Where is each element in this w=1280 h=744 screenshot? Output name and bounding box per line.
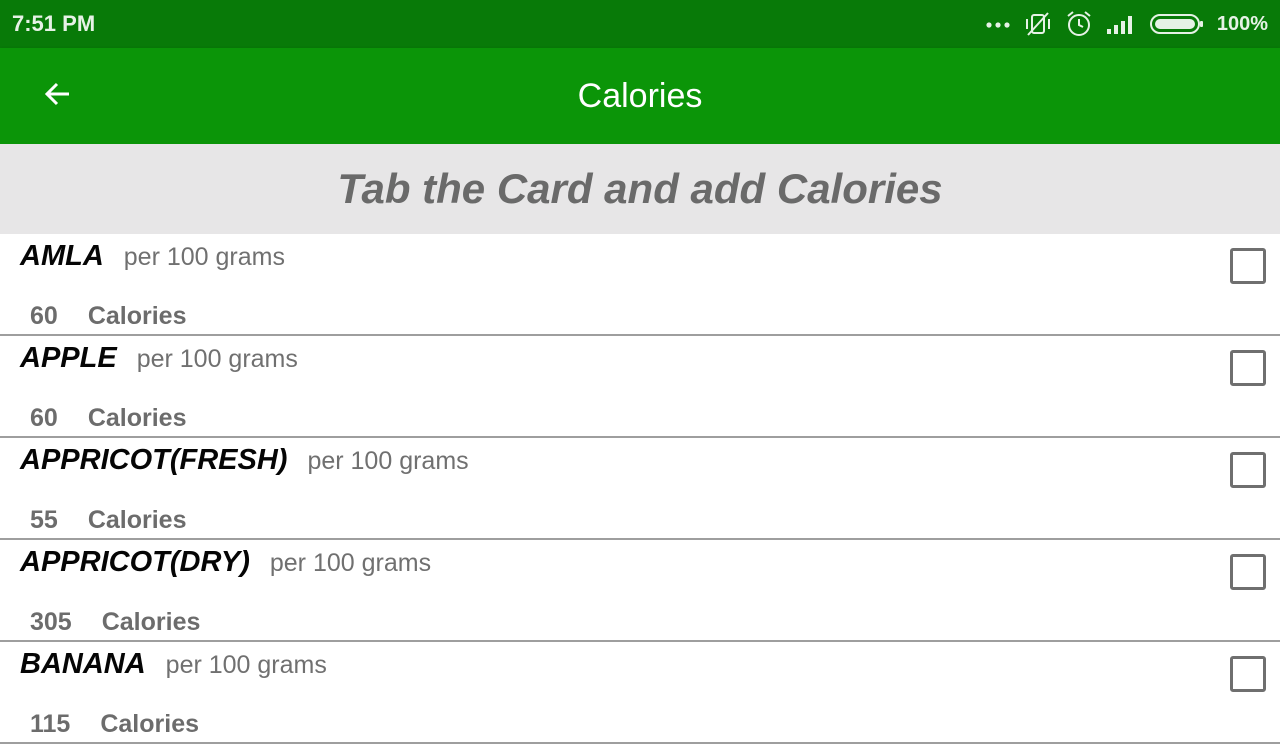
food-name: APPLE bbox=[20, 342, 117, 374]
instruction-banner: Tab the Card and add Calories bbox=[0, 144, 1280, 234]
food-list: AMLA per 100 grams 60 Calories APPLE per… bbox=[0, 234, 1280, 744]
more-dots-icon bbox=[985, 19, 1011, 29]
select-checkbox[interactable] bbox=[1230, 248, 1266, 284]
calorie-label: Calories bbox=[87, 404, 187, 432]
arrow-back-icon bbox=[44, 80, 72, 113]
food-name: APPRICOT(FRESH) bbox=[20, 444, 288, 476]
calorie-value: 115 bbox=[30, 710, 71, 738]
status-bar: 7:51 PM 100% bbox=[0, 0, 1280, 48]
food-name: AMLA bbox=[20, 240, 104, 272]
app-bar: Calories bbox=[0, 48, 1280, 144]
page-title: Calories bbox=[577, 76, 703, 115]
select-checkbox[interactable] bbox=[1230, 554, 1266, 590]
food-card-appricot-dry[interactable]: APPRICOT(DRY) per 100 grams 305 Calories bbox=[0, 540, 1280, 642]
calorie-label: Calories bbox=[100, 710, 200, 738]
battery-icon bbox=[1149, 12, 1205, 36]
food-card-banana[interactable]: BANANA per 100 grams 115 Calories bbox=[0, 642, 1280, 744]
calorie-value: 305 bbox=[30, 608, 72, 636]
select-checkbox[interactable] bbox=[1230, 656, 1266, 692]
food-unit: per 100 grams bbox=[136, 345, 298, 373]
food-card-apple[interactable]: APPLE per 100 grams 60 Calories bbox=[0, 336, 1280, 438]
back-button[interactable] bbox=[30, 70, 86, 122]
vibrate-off-icon bbox=[1023, 11, 1053, 37]
food-name: BANANA bbox=[20, 648, 146, 680]
food-unit: per 100 grams bbox=[165, 651, 327, 679]
food-unit: per 100 grams bbox=[307, 447, 469, 475]
status-icons: 100% bbox=[985, 10, 1268, 38]
select-checkbox[interactable] bbox=[1230, 350, 1266, 386]
food-unit: per 100 grams bbox=[269, 549, 432, 577]
food-name: APPRICOT(DRY) bbox=[20, 546, 250, 578]
alarm-icon bbox=[1065, 10, 1093, 38]
select-checkbox[interactable] bbox=[1230, 452, 1266, 488]
food-card-amla[interactable]: AMLA per 100 grams 60 Calories bbox=[0, 234, 1280, 336]
food-card-appricot-fresh[interactable]: APPRICOT(FRESH) per 100 grams 55 Calorie… bbox=[0, 438, 1280, 540]
food-unit: per 100 grams bbox=[123, 243, 285, 271]
calorie-label: Calories bbox=[87, 302, 187, 330]
calorie-value: 55 bbox=[30, 506, 58, 534]
calorie-label: Calories bbox=[87, 506, 187, 534]
battery-percentage: 100% bbox=[1216, 12, 1268, 35]
banner-text: Tab the Card and add Calories bbox=[337, 165, 943, 212]
signal-icon bbox=[1105, 13, 1137, 35]
calorie-value: 60 bbox=[30, 302, 58, 330]
calorie-value: 60 bbox=[30, 404, 58, 432]
calorie-label: Calories bbox=[101, 608, 201, 636]
status-time: 7:51 PM bbox=[12, 11, 96, 36]
